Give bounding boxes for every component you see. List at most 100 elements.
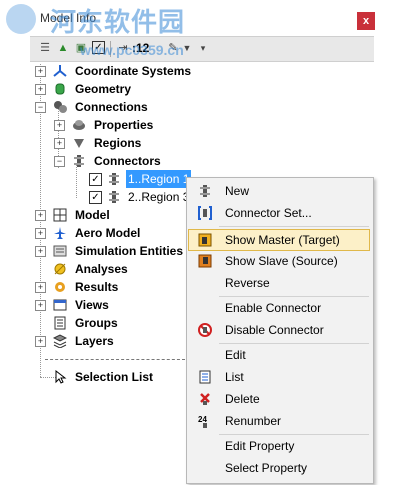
tree-item-label: Groups (75, 316, 118, 330)
chevron-down-icon[interactable]: ▾ (196, 41, 210, 55)
connector-icon (74, 155, 84, 167)
title-bar: Model Info 河东软件园 x (0, 0, 404, 38)
expand-icon[interactable]: + (35, 66, 46, 77)
tree-item-analyses[interactable]: Analyses (0, 260, 186, 278)
menu-item-label: Renumber (225, 414, 282, 428)
expand-icon[interactable]: + (54, 138, 65, 149)
menu-item-label: New (225, 184, 250, 198)
tree-item-connectors[interactable]: − Connectors (0, 152, 200, 170)
cursor-arrow-icon (55, 370, 67, 384)
tree-item-label: Model (75, 208, 110, 222)
arrow-up-icon[interactable]: ▲ (56, 41, 70, 55)
menu-item-delete[interactable]: Delete (189, 389, 369, 409)
tree-item-properties[interactable]: + Properties (0, 116, 200, 134)
menu-item-label: Connector Set... (225, 206, 312, 220)
connector-icon (200, 185, 210, 197)
tree-item-selection-list[interactable]: Selection List (0, 368, 186, 386)
menu-item-enable-connector[interactable]: Enable Connector (189, 298, 369, 318)
menu-item-label: Enable Connector (225, 301, 322, 315)
watermark-logo-icon (6, 4, 36, 34)
menu-item-label: Edit (225, 348, 246, 362)
tree-item-region-1[interactable]: ✓ 1..Region 1 (0, 170, 200, 188)
tree-item-model[interactable]: + Model (0, 206, 186, 224)
tree-item-region-3[interactable]: ✓ 2..Region 3 (0, 188, 200, 206)
disable-icon (198, 323, 212, 337)
toolbar: ☰ ▲ ▣ ✓ ⇥ :12 ✎ ▼ ▾ www.pc0359.cn (30, 36, 374, 62)
tree-item-simulation-entities[interactable]: + Simulation Entities (0, 242, 186, 260)
collapse-icon[interactable]: − (54, 156, 65, 167)
layers-icon (53, 334, 67, 348)
tree-item-label: Selection List (75, 370, 154, 384)
tree-item-regions[interactable]: + Regions (0, 134, 200, 152)
tree-item-groups[interactable]: Groups (0, 314, 186, 332)
menu-item-connector-set[interactable]: Connector Set... (189, 203, 369, 223)
watermark-text: 河东软件园 (50, 8, 186, 38)
watermark-url: www.pc0359.cn (80, 42, 184, 58)
show-master-icon (198, 233, 212, 247)
coordinate-axes-icon (53, 65, 67, 77)
menu-item-label: Select Property (225, 461, 308, 475)
tree-filter-icon[interactable]: ☰ (38, 41, 52, 55)
tree-item-label: Results (75, 280, 119, 294)
regions-icon (74, 139, 84, 148)
analysis-icon (54, 263, 66, 275)
connector-icon (109, 173, 119, 185)
menu-item-label: Show Master (Target) (225, 233, 340, 247)
connector-set-icon (198, 206, 212, 220)
collapse-icon[interactable]: − (35, 102, 46, 113)
menu-item-edit-property[interactable]: Edit Property (189, 436, 369, 456)
close-button[interactable]: x (357, 12, 375, 30)
menu-item-show-master[interactable]: Show Master (Target) (188, 229, 370, 251)
menu-item-edit[interactable]: Edit (189, 345, 369, 365)
menu-item-label: Disable Connector (225, 323, 324, 337)
list-icon (199, 370, 211, 384)
svg-text:24: 24 (198, 415, 207, 424)
menu-item-reverse[interactable]: Reverse (189, 273, 369, 293)
menu-item-label: Edit Property (225, 439, 295, 453)
tree-item-results[interactable]: + Results (0, 278, 186, 296)
tree-item-views[interactable]: + Views (0, 296, 186, 314)
expand-icon[interactable]: + (35, 84, 46, 95)
context-menu: New Connector Set... Show Master (Target… (186, 177, 374, 484)
menu-item-label: Delete (225, 392, 260, 406)
menu-item-disable-connector[interactable]: Disable Connector (189, 320, 369, 340)
expand-icon[interactable]: + (54, 120, 65, 131)
tree-item-label: 2..Region 3 (128, 190, 190, 204)
tree-item-label: Geometry (75, 82, 132, 96)
connector-icon (109, 191, 119, 203)
tree-item-label: Views (75, 298, 109, 312)
menu-item-show-slave[interactable]: Show Slave (Source) (189, 251, 369, 271)
tree-item-label: Regions (94, 136, 142, 150)
grid-icon (53, 208, 67, 222)
menu-item-new[interactable]: New (189, 181, 369, 201)
menu-item-select-property[interactable]: Select Property (189, 458, 369, 478)
expand-icon[interactable]: + (35, 246, 46, 257)
renumber-icon: 24 (198, 415, 207, 428)
expand-icon[interactable]: + (35, 282, 46, 293)
tree-item-label: Simulation Entities (75, 244, 184, 258)
tree-item-label: Layers (75, 334, 114, 348)
visibility-checkbox[interactable]: ✓ (89, 191, 102, 204)
tree-item-layers[interactable]: + Layers (0, 332, 186, 350)
cylinder-icon (55, 83, 65, 95)
tree-item-label: Aero Model (75, 226, 141, 240)
menu-item-label: Show Slave (Source) (225, 254, 338, 268)
tree-item-label: 1..Region 1 (126, 170, 192, 188)
expand-icon[interactable]: + (35, 210, 46, 221)
tree-item-label: Coordinate Systems (75, 64, 192, 78)
expand-icon[interactable]: + (35, 336, 46, 347)
menu-item-list[interactable]: List (189, 367, 369, 387)
tree-item-connections[interactable]: − Connections (0, 98, 200, 116)
properties-icon (73, 120, 85, 130)
delete-icon (200, 393, 210, 405)
menu-item-renumber[interactable]: 24 Renumber (189, 411, 369, 431)
tree-item-aero-model[interactable]: + Aero Model (0, 224, 186, 242)
airplane-icon (54, 227, 66, 239)
tree-item-label: Connections (75, 100, 148, 114)
visibility-checkbox[interactable]: ✓ (89, 173, 102, 186)
tree-item-geometry[interactable]: + Geometry (0, 80, 200, 98)
expand-icon[interactable]: + (35, 228, 46, 239)
tree-item-coordinate-systems[interactable]: + Coordinate Systems (0, 62, 200, 80)
results-icon (55, 282, 65, 292)
expand-icon[interactable]: + (35, 300, 46, 311)
